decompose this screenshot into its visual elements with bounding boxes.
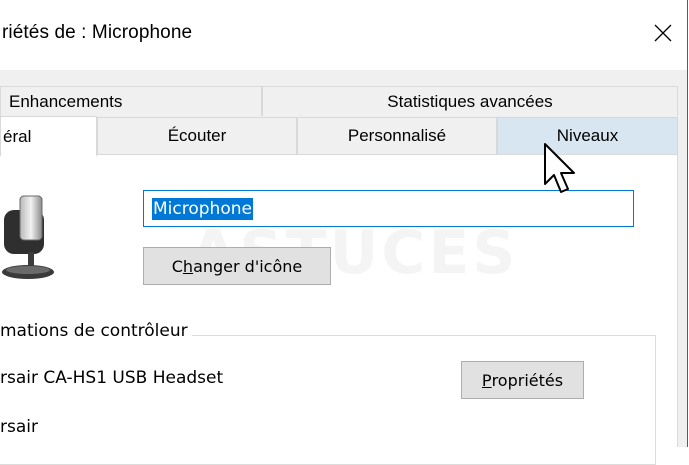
window-title: riétés de : Microphone [2,22,193,43]
tab-label: Statistiques avancées [387,91,553,111]
controller-info-group [0,335,656,465]
tab-enhancements[interactable]: Enhancements [0,86,262,116]
controller-name: rsair CA-HS1 USB Headset [0,368,224,388]
tab-listen[interactable]: Écouter [97,117,297,154]
tab-label: éral [3,126,32,146]
button-label-part: ropriétés [491,370,564,390]
change-icon-button[interactable]: Ch anger d'icône [143,247,331,285]
microphone-icon [0,190,70,282]
button-label-part: C [171,256,183,276]
tab-advanced-statistics[interactable]: Statistiques avancées [262,86,678,116]
device-name-value: Microphone [152,197,253,220]
button-label-part: anger d'icône [193,256,303,276]
close-button[interactable] [640,12,686,58]
mouse-pointer-icon [541,142,581,200]
button-accelerator: h [182,256,194,276]
manufacturer-name: rsair [0,417,38,437]
tab-label: Personnalisé [347,126,447,145]
tab-label: Écouter [167,126,227,145]
controller-group-label: mations de contrôleur [0,321,192,341]
close-icon [654,24,672,47]
title-bar[interactable]: riétés de : Microphone [0,0,687,70]
properties-dialog: riétés de : Microphone Enhancements Stat… [0,0,688,465]
tab-custom[interactable]: Personnalisé [297,117,497,154]
tab-general[interactable]: éral [0,116,97,156]
properties-button[interactable]: Propriétés [461,361,584,399]
tab-label: Enhancements [9,91,123,111]
button-accelerator: P [481,370,492,390]
tab-levels[interactable]: Niveaux [497,117,678,154]
